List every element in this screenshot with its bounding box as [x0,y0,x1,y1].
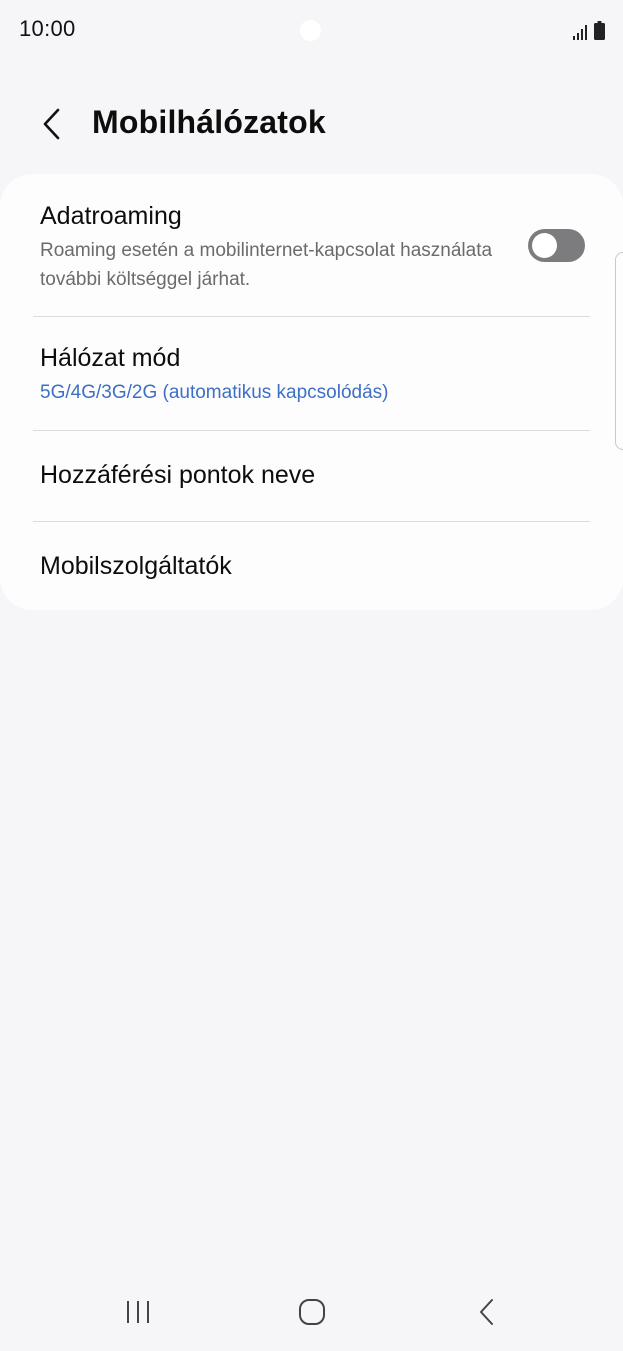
data-roaming-row[interactable]: Adatroaming Roaming esetén a mobilintern… [0,174,623,316]
status-time: 10:00 [19,16,76,41]
camera-cutout [300,20,321,41]
home-icon [299,1299,325,1325]
navigation-bar [0,1275,623,1351]
data-roaming-toggle[interactable] [528,229,585,262]
home-button[interactable] [287,1287,337,1337]
back-nav-button[interactable] [462,1287,512,1337]
back-icon [480,1299,493,1325]
signal-icon [573,25,587,40]
back-button[interactable] [32,102,72,146]
status-bar: 10:00 [0,0,623,60]
recent-apps-icon [127,1301,149,1323]
access-point-names-title: Hozzáférési pontok neve [40,461,316,489]
battery-icon [594,21,605,40]
network-operators-title: Mobilszolgáltatók [40,552,232,580]
chevron-left-icon [43,108,60,140]
network-mode-value: 5G/4G/3G/2G (automatikus kapcsolódás) [40,382,389,403]
network-mode-row[interactable]: Hálózat mód 5G/4G/3G/2G (automatikus kap… [0,317,623,430]
status-icons [573,18,605,40]
toggle-knob [532,233,557,258]
access-point-names-row[interactable]: Hozzáférési pontok neve [0,431,623,521]
recent-apps-button[interactable] [113,1287,163,1337]
page-title: Mobilhálózatok [92,104,326,140]
data-roaming-title: Adatroaming [40,202,182,230]
settings-card: Adatroaming Roaming esetén a mobilintern… [0,174,623,610]
app-header: Mobilhálózatok [0,90,623,160]
data-roaming-description: Roaming esetén a mobilinternet-kapcsolat… [40,240,493,290]
scroll-indicator[interactable] [615,252,623,450]
network-operators-row[interactable]: Mobilszolgáltatók [0,522,623,610]
network-mode-title: Hálózat mód [40,344,181,372]
